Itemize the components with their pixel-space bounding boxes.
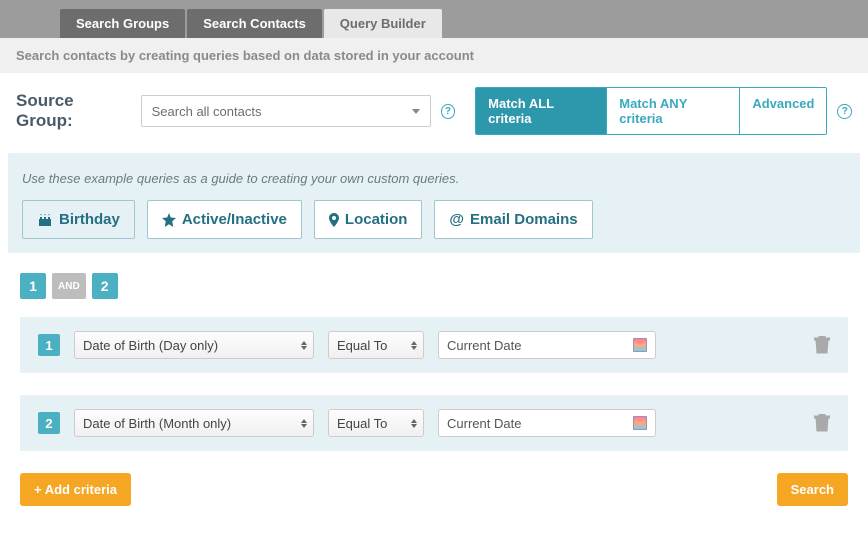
field-value: Date of Birth (Month only) bbox=[83, 416, 231, 431]
operator-select[interactable]: Equal To bbox=[328, 409, 424, 437]
at-icon: @ bbox=[449, 211, 464, 228]
logic-row: 1 AND 2 bbox=[20, 273, 848, 299]
row-number: 2 bbox=[38, 412, 60, 434]
source-group-select[interactable]: Search all contacts bbox=[141, 95, 431, 127]
example-active-button[interactable]: Active/Inactive bbox=[147, 200, 302, 239]
example-buttons-row: Birthday Active/Inactive Location @ Emai… bbox=[22, 200, 846, 239]
examples-panel: Use these example queries as a guide to … bbox=[8, 153, 860, 253]
operator-select[interactable]: Equal To bbox=[328, 331, 424, 359]
example-location-button[interactable]: Location bbox=[314, 200, 423, 239]
tab-query-builder[interactable]: Query Builder bbox=[324, 9, 442, 38]
tab-search-groups[interactable]: Search Groups bbox=[60, 9, 185, 38]
advanced-button[interactable]: Advanced bbox=[739, 88, 826, 134]
field-value: Date of Birth (Day only) bbox=[83, 338, 218, 353]
example-label: Location bbox=[345, 211, 408, 228]
location-icon bbox=[329, 213, 339, 227]
logic-num-2[interactable]: 2 bbox=[92, 273, 118, 299]
delete-icon[interactable] bbox=[814, 414, 830, 432]
tab-search-contacts[interactable]: Search Contacts bbox=[187, 9, 322, 38]
example-label: Active/Inactive bbox=[182, 211, 287, 228]
match-any-button[interactable]: Match ANY criteria bbox=[606, 88, 739, 134]
select-spinner-icon bbox=[301, 341, 307, 350]
add-criteria-button[interactable]: + Add criteria bbox=[20, 473, 131, 506]
example-label: Email Domains bbox=[470, 211, 578, 228]
source-group-label: Source Group: bbox=[16, 91, 131, 131]
row-number: 1 bbox=[38, 334, 60, 356]
examples-hint: Use these example queries as a guide to … bbox=[22, 171, 846, 186]
source-row: Source Group: Search all contacts ? Matc… bbox=[0, 73, 868, 153]
select-spinner-icon bbox=[411, 419, 417, 428]
calendar-icon[interactable] bbox=[633, 416, 647, 430]
value-input[interactable]: Current Date bbox=[438, 409, 656, 437]
example-email-button[interactable]: @ Email Domains bbox=[434, 200, 592, 239]
operator-value: Equal To bbox=[337, 338, 387, 353]
search-button[interactable]: Search bbox=[777, 473, 848, 506]
help-icon[interactable]: ? bbox=[441, 104, 456, 119]
value-text: Current Date bbox=[447, 416, 521, 431]
delete-icon[interactable] bbox=[814, 336, 830, 354]
field-select[interactable]: Date of Birth (Month only) bbox=[74, 409, 314, 437]
calendar-icon[interactable] bbox=[633, 338, 647, 352]
value-text: Current Date bbox=[447, 338, 521, 353]
operator-value: Equal To bbox=[337, 416, 387, 431]
example-label: Birthday bbox=[59, 211, 120, 228]
criteria-row: 1 Date of Birth (Day only) Equal To Curr… bbox=[20, 317, 848, 373]
birthday-icon bbox=[37, 213, 53, 227]
select-spinner-icon bbox=[411, 341, 417, 350]
logic-num-1[interactable]: 1 bbox=[20, 273, 46, 299]
field-select[interactable]: Date of Birth (Day only) bbox=[74, 331, 314, 359]
criteria-toggle: Match ALL criteria Match ANY criteria Ad… bbox=[475, 87, 827, 135]
source-group-value: Search all contacts bbox=[152, 104, 262, 119]
bottom-row: + Add criteria Search bbox=[20, 473, 848, 506]
criteria-row: 2 Date of Birth (Month only) Equal To Cu… bbox=[20, 395, 848, 451]
example-birthday-button[interactable]: Birthday bbox=[22, 200, 135, 239]
value-input[interactable]: Current Date bbox=[438, 331, 656, 359]
select-spinner-icon bbox=[301, 419, 307, 428]
query-area: 1 AND 2 1 Date of Birth (Day only) Equal… bbox=[0, 273, 868, 526]
help-icon[interactable]: ? bbox=[837, 104, 852, 119]
description-text: Search contacts by creating queries base… bbox=[0, 38, 868, 73]
tabs-bar: Search Groups Search Contacts Query Buil… bbox=[0, 0, 868, 38]
match-all-button[interactable]: Match ALL criteria bbox=[476, 88, 606, 134]
star-icon bbox=[162, 213, 176, 227]
chevron-down-icon bbox=[412, 109, 420, 114]
logic-and[interactable]: AND bbox=[52, 273, 86, 299]
